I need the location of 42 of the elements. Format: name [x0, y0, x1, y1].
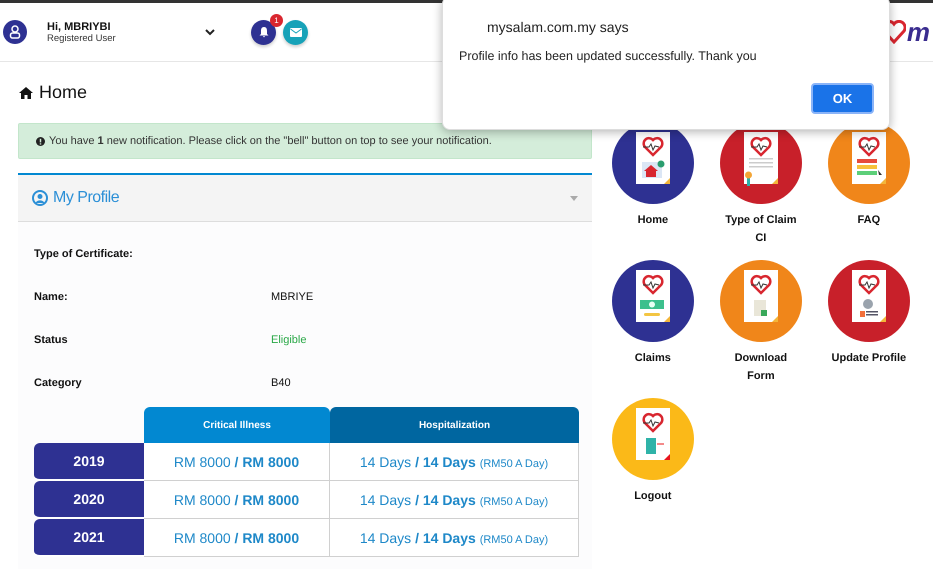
table-cell: 14 Days / 14 Days (RM50 A Day)	[330, 481, 579, 519]
year-cell: 2019	[34, 443, 144, 481]
table-cell: 14 Days / 14 Days (RM50 A Day)	[330, 443, 579, 481]
column-header: Critical Illness	[144, 407, 330, 443]
menu-tile[interactable]: Download Form	[706, 260, 815, 398]
year-cell: 2021	[34, 519, 144, 557]
table-cell: RM 8000 / RM 8000	[144, 481, 330, 519]
table-cell: RM 8000 / RM 8000	[144, 519, 330, 557]
field-label: Status	[34, 334, 69, 346]
year-cell: 2020	[34, 481, 144, 519]
field-value: Eligible	[271, 334, 306, 346]
envelope-icon	[290, 28, 302, 36]
dialog-title: mysalam.com.my says	[487, 19, 629, 35]
field-label: Name:	[34, 290, 69, 302]
user-circle-icon	[32, 190, 48, 206]
logo-text: m	[906, 19, 930, 45]
table-cell: RM 8000 / RM 8000	[144, 443, 330, 481]
menu-tile[interactable]: Update Profile	[814, 260, 923, 398]
chevron-down-icon[interactable]	[205, 28, 215, 36]
menu-tile[interactable]: Claims	[598, 260, 707, 398]
notification-button[interactable]	[251, 20, 276, 44]
menu-tile[interactable]: Logout	[598, 398, 707, 536]
field-value: B40	[271, 376, 291, 388]
ok-button[interactable]: OK	[811, 83, 874, 114]
exclamation-icon	[36, 136, 45, 146]
bell-icon	[258, 26, 270, 38]
column-header: Hospitalization	[330, 407, 579, 443]
notification-badge: 1	[270, 14, 283, 26]
user-role: Registered User	[47, 32, 117, 44]
field-label: Category	[34, 376, 83, 388]
dialog-message: Profile info has been updated successfully. Thank you	[459, 49, 757, 63]
menu-tile[interactable]: FAQ	[814, 122, 923, 260]
user-greeting: Hi, MBRIYBI	[47, 20, 112, 32]
table-cell: 14 Days / 14 Days (RM50 A Day)	[330, 519, 579, 557]
message-button[interactable]	[283, 20, 308, 44]
user-avatar-icon[interactable]	[3, 20, 27, 44]
card-title: My Profile	[53, 189, 120, 207]
field-label: Type of Certificate:	[34, 248, 134, 260]
home-icon	[18, 86, 34, 100]
alert-message: You have 1 new notification. Please click on the "bell" button on top to see your notification.	[49, 135, 492, 147]
page-title: Home	[39, 82, 88, 103]
field-value: MBRIYE	[271, 290, 314, 302]
